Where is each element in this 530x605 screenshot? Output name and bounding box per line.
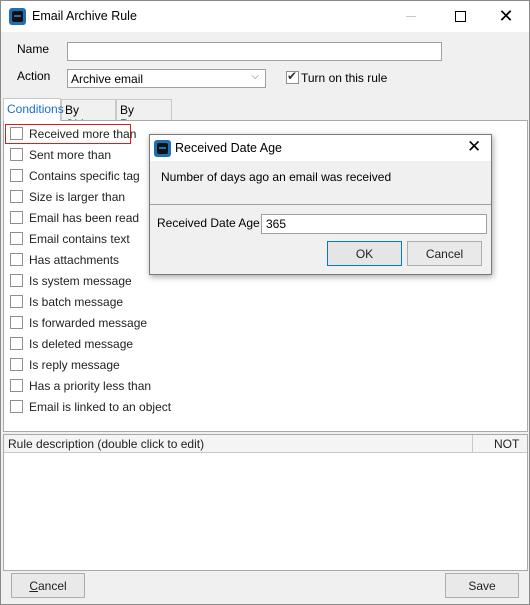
condition-checkbox[interactable]	[10, 148, 23, 161]
condition-checkbox[interactable]	[10, 295, 23, 308]
tab-conditions[interactable]: Conditions	[3, 98, 64, 121]
condition-label: Is deleted message	[29, 337, 134, 351]
condition-label: Received more than	[29, 127, 137, 141]
condition-checkbox[interactable]	[10, 379, 23, 392]
condition-label: Sent more than	[29, 148, 112, 162]
condition-label: Email contains text	[29, 232, 130, 246]
condition-checkbox[interactable]	[10, 127, 23, 140]
app-logo-icon	[9, 8, 26, 25]
action-select[interactable]: Archive email ⌵	[67, 69, 266, 88]
turn-on-rule-label[interactable]: Turn on this rule	[301, 71, 387, 85]
condition-label: Email is linked to an object	[29, 400, 172, 414]
action-select-value: Archive email	[71, 72, 144, 86]
email-archive-rule-window: Email Archive Rule ✕ Name Action Archive…	[0, 0, 530, 605]
condition-label: Is reply message	[29, 358, 120, 372]
dialog-divider	[150, 204, 491, 205]
received-date-age-input[interactable]: 365	[261, 214, 487, 234]
condition-checkbox[interactable]	[10, 274, 23, 287]
condition-label: Is system message	[29, 274, 132, 288]
tab-by-object[interactable]: By Object	[61, 99, 116, 131]
cancel-button[interactable]: Cancel	[11, 573, 85, 598]
column-not[interactable]: NOT	[494, 437, 519, 451]
dialog-title: Received Date Age	[175, 141, 283, 155]
dialog-message: Number of days ago an email was received	[161, 170, 392, 184]
turn-on-rule-checkbox[interactable]	[286, 69, 299, 84]
name-input[interactable]	[67, 42, 442, 61]
condition-checkbox[interactable]	[10, 358, 23, 371]
received-date-age-dialog: Received Date Age ✕ Number of days ago a…	[149, 134, 492, 275]
dialog-close-icon[interactable]: ✕	[467, 137, 481, 157]
save-button[interactable]: Save	[445, 573, 519, 598]
condition-checkbox[interactable]	[10, 253, 23, 266]
condition-checkbox[interactable]	[10, 400, 23, 413]
close-icon: ✕	[498, 6, 514, 26]
app-logo-icon	[154, 140, 171, 157]
condition-checkbox[interactable]	[10, 316, 23, 329]
condition-checkbox[interactable]	[10, 337, 23, 350]
condition-label: Email has been read	[29, 211, 140, 225]
chevron-down-icon: ⌵	[251, 71, 259, 82]
title-bar: Email Archive Rule ✕	[1, 1, 529, 32]
condition-label: Contains specific tag	[29, 169, 140, 183]
ok-button[interactable]: OK	[327, 241, 402, 266]
condition-checkbox[interactable]	[10, 232, 23, 245]
condition-label: Has a priority less than	[29, 379, 152, 393]
minimize-button[interactable]	[388, 1, 434, 32]
received-date-age-label: Received Date Age	[157, 216, 260, 230]
dialog-title-bar: Received Date Age ✕	[150, 135, 491, 161]
maximize-icon	[454, 11, 466, 22]
condition-checkbox[interactable]	[10, 190, 23, 203]
window-title: Email Archive Rule	[32, 9, 137, 23]
grid-header: Rule description (double click to edit) …	[4, 435, 527, 453]
rule-description-grid[interactable]: Rule description (double click to edit) …	[3, 434, 528, 571]
tab-by-report[interactable]: By Report	[116, 99, 172, 131]
close-button[interactable]: ✕	[483, 1, 529, 32]
action-label: Action	[17, 69, 51, 83]
dialog-cancel-button[interactable]: Cancel	[407, 241, 482, 266]
minimize-icon	[406, 16, 416, 17]
condition-label: Has attachments	[29, 253, 120, 267]
name-label: Name	[17, 42, 50, 56]
column-divider	[472, 435, 473, 453]
condition-checkbox[interactable]	[10, 211, 23, 224]
maximize-button[interactable]	[437, 1, 483, 32]
column-rule-description[interactable]: Rule description (double click to edit)	[8, 437, 204, 451]
condition-label: Size is larger than	[29, 190, 126, 204]
cancel-mnemonic: C	[29, 578, 38, 593]
condition-label: Is batch message	[29, 295, 124, 309]
condition-label: Is forwarded message	[29, 316, 148, 330]
cancel-label-rest: ancel	[37, 578, 67, 593]
condition-checkbox[interactable]	[10, 169, 23, 182]
